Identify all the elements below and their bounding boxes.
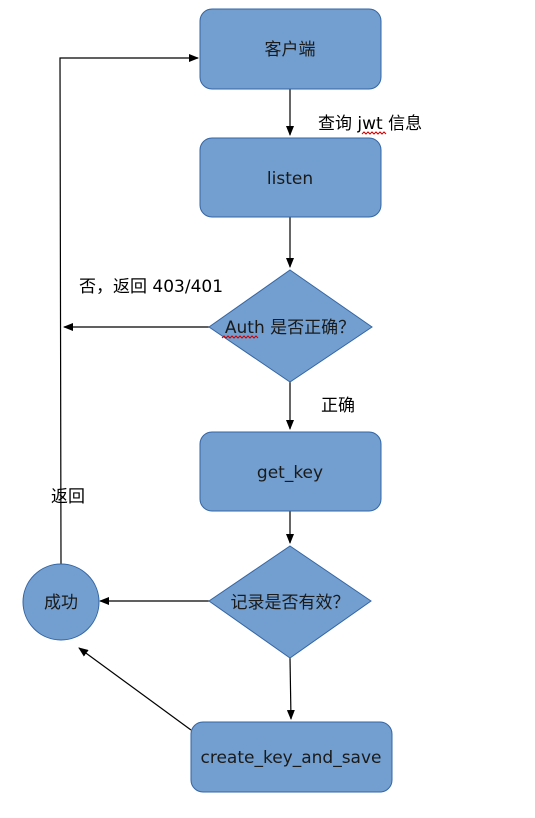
flowchart: 客户端 listen Auth 是否正确？ get_key 记录是否有效？ 成功… bbox=[22, 8, 422, 793]
edge-create-to-success bbox=[78, 647, 192, 731]
edge-record-to-create bbox=[286, 657, 295, 720]
node-success: 成功 bbox=[22, 563, 100, 641]
node-record-valid: 记录是否有效？ bbox=[208, 545, 372, 659]
node-auth-check: Auth 是否正确？ bbox=[208, 269, 373, 383]
node-create-key-and-save: create_key_and_save bbox=[190, 721, 393, 793]
client-label: 客户端 bbox=[265, 40, 316, 60]
auth-fail-label: 否，返回 403/401 bbox=[79, 277, 223, 297]
auth-check-label: Auth 是否正确？ bbox=[225, 318, 355, 338]
node-listen: listen bbox=[199, 137, 382, 218]
create-key-and-save-label: create_key_and_save bbox=[201, 748, 382, 768]
listen-label: listen bbox=[267, 169, 313, 189]
node-client: 客户端 bbox=[199, 8, 382, 90]
node-get-key: get_key bbox=[199, 431, 382, 512]
record-valid-label: 记录是否有效？ bbox=[231, 593, 350, 613]
query-jwt-label: 查询 jwt 信息 bbox=[318, 114, 422, 134]
auth-ok-label: 正确 bbox=[321, 396, 355, 416]
return-label: 返回 bbox=[51, 487, 85, 507]
success-label: 成功 bbox=[44, 593, 78, 613]
get-key-label: get_key bbox=[257, 463, 323, 483]
